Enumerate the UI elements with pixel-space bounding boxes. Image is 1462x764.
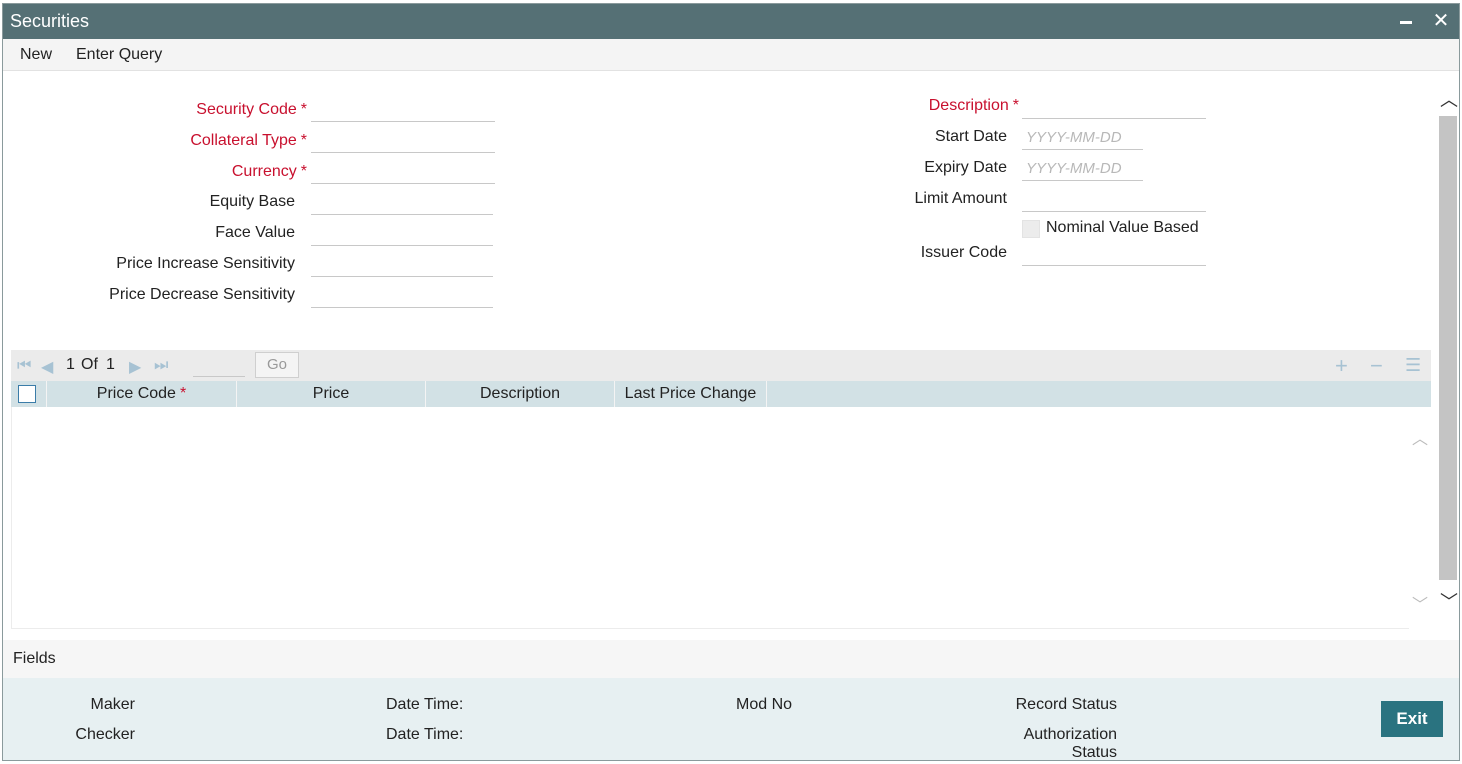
start-date-input[interactable] bbox=[1022, 126, 1143, 150]
enter-query-menu-item[interactable]: Enter Query bbox=[76, 46, 162, 64]
collateral-type-input[interactable] bbox=[311, 129, 495, 153]
description-label: Description * bbox=[928, 97, 1019, 114]
add-row-icon[interactable]: + bbox=[1335, 353, 1348, 379]
previous-page-icon[interactable]: ◀ bbox=[41, 357, 53, 377]
scroll-down-icon[interactable]: ﹀ bbox=[1437, 590, 1459, 614]
exit-button[interactable]: Exit bbox=[1381, 701, 1443, 737]
description-input[interactable] bbox=[1022, 95, 1206, 119]
audit-footer: Maker Checker Date Time: Date Time: Mod … bbox=[3, 678, 1459, 761]
pager-of-label: Of bbox=[81, 356, 98, 373]
currency-label: Currency * bbox=[231, 163, 307, 180]
grid-scroll-down-icon[interactable]: ﹀ bbox=[1409, 591, 1431, 615]
column-header-price-code[interactable]: Price Code * bbox=[47, 381, 237, 407]
form-scrollbar[interactable]: ︿ ﹀ bbox=[1437, 72, 1459, 632]
close-button[interactable]: ✕ bbox=[1429, 9, 1453, 33]
view-list-icon[interactable]: ☰ bbox=[1405, 355, 1421, 376]
equity-base-label: Equity Base bbox=[209, 193, 295, 210]
grid-toolbar: ⏮ ◀ 1 Of 1 ▶ ⏭ Go + − ☰ bbox=[11, 350, 1431, 381]
expiry-date-input[interactable] bbox=[1022, 157, 1143, 181]
expiry-date-label: Expiry Date bbox=[924, 159, 1007, 176]
column-header-price[interactable]: Price bbox=[237, 381, 426, 407]
maker-label: Maker bbox=[90, 696, 135, 713]
collateral-type-label: Collateral Type * bbox=[190, 132, 307, 149]
select-all-cell bbox=[11, 381, 47, 407]
security-code-label: Security Code * bbox=[196, 101, 307, 118]
issuer-code-input[interactable] bbox=[1022, 242, 1206, 266]
maker-date-time-label: Date Time: bbox=[386, 696, 464, 713]
nominal-value-based-checkbox[interactable] bbox=[1022, 220, 1040, 238]
delete-row-icon[interactable]: − bbox=[1370, 353, 1383, 379]
scroll-up-icon[interactable]: ︿ bbox=[1437, 88, 1459, 112]
securities-window: Securities ✕ New Enter Query Security Co… bbox=[2, 3, 1460, 761]
checker-label: Checker bbox=[75, 726, 135, 743]
last-page-icon[interactable]: ⏭ bbox=[154, 357, 168, 375]
next-page-icon[interactable]: ▶ bbox=[129, 357, 141, 377]
new-menu-item[interactable]: New bbox=[20, 46, 52, 64]
record-status-label: Record Status bbox=[1015, 696, 1117, 713]
face-value-label: Face Value bbox=[215, 224, 295, 241]
mod-no-label: Mod No bbox=[736, 696, 793, 713]
grid-body: ︿ ﹀ bbox=[11, 407, 1431, 629]
grid-scroll-up-icon[interactable]: ︿ bbox=[1409, 425, 1431, 449]
pager-total: 1 bbox=[106, 356, 115, 373]
price-increase-sensitivity-label: Price Increase Sensitivity bbox=[116, 255, 295, 272]
window-title: Securities bbox=[10, 11, 90, 31]
page-number-input[interactable] bbox=[193, 353, 245, 377]
grid-header: Price Code * Price Description Last Price… bbox=[11, 381, 1431, 407]
currency-input[interactable] bbox=[311, 160, 495, 184]
close-icon: ✕ bbox=[1432, 10, 1450, 32]
issuer-code-label: Issuer Code bbox=[920, 244, 1007, 261]
price-decrease-sensitivity-label: Price Decrease Sensitivity bbox=[109, 286, 295, 303]
go-button[interactable]: Go bbox=[255, 352, 299, 378]
column-header-last-price-change[interactable]: Last Price Change bbox=[615, 381, 767, 407]
limit-amount-input[interactable] bbox=[1022, 188, 1206, 212]
minimize-button[interactable] bbox=[1394, 9, 1418, 33]
menu-bar: New Enter Query bbox=[3, 39, 1459, 71]
fields-bar[interactable]: Fields bbox=[3, 640, 1459, 678]
checker-date-time-label: Date Time: bbox=[386, 726, 464, 743]
minimize-icon bbox=[1400, 21, 1412, 24]
pager-current: 1 bbox=[66, 356, 75, 373]
price-increase-sensitivity-input[interactable] bbox=[311, 253, 493, 277]
start-date-label: Start Date bbox=[934, 128, 1007, 145]
grid-scrollbar[interactable]: ︿ ﹀ bbox=[1409, 407, 1431, 629]
equity-base-input[interactable] bbox=[311, 191, 493, 215]
price-decrease-sensitivity-input[interactable] bbox=[311, 284, 493, 308]
scrollbar-thumb[interactable] bbox=[1439, 116, 1457, 580]
select-all-checkbox[interactable] bbox=[18, 385, 36, 403]
nominal-value-based-label: Nominal Value Based bbox=[1046, 219, 1199, 236]
column-header-description[interactable]: Description bbox=[426, 381, 615, 407]
security-code-input[interactable] bbox=[311, 98, 495, 122]
authorization-status-label: Authorization Status bbox=[1023, 726, 1117, 761]
face-value-input[interactable] bbox=[311, 222, 493, 246]
title-bar: Securities ✕ bbox=[3, 4, 1459, 39]
first-page-icon[interactable]: ⏮ bbox=[17, 357, 31, 375]
limit-amount-label: Limit Amount bbox=[914, 190, 1007, 207]
fields-label[interactable]: Fields bbox=[13, 650, 56, 668]
